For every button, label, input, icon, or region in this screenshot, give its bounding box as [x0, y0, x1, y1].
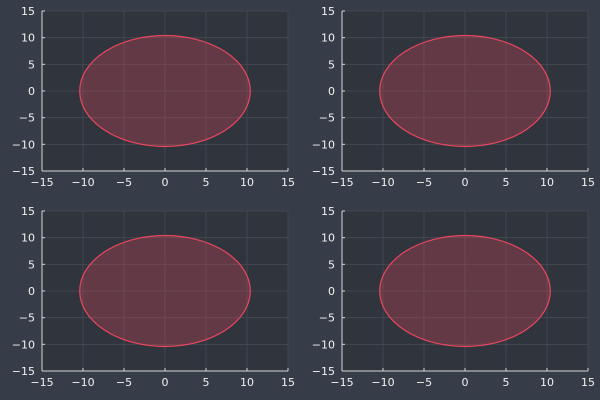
x-tick-label: −5: [416, 176, 432, 189]
y-tick-label: −15: [12, 165, 35, 178]
subplot-2: −15 −10 −5 0 5 10 15−15−10−5051015: [312, 5, 595, 189]
x-tick-label: 5: [503, 376, 510, 389]
ellipse-shape-1: [79, 234, 251, 348]
y-tick-label: 10: [21, 32, 35, 45]
y-tick-label: 0: [328, 85, 335, 98]
x-tick-label: −5: [116, 376, 132, 389]
x-tick-label: 5: [503, 176, 510, 189]
y-tick-label: −5: [319, 312, 335, 325]
x-tick-label: 0: [162, 176, 169, 189]
ellipse-shape-1: [79, 34, 251, 148]
x-tick-label: 15: [281, 376, 295, 389]
x-tick-label: −5: [116, 176, 132, 189]
x-tick-label: −10: [71, 176, 94, 189]
y-tick-label: 10: [321, 32, 335, 45]
x-tick-label: 5: [203, 176, 210, 189]
x-tick-label: 10: [240, 176, 254, 189]
y-tick-label: 5: [28, 58, 35, 71]
x-tick-label: 0: [162, 376, 169, 389]
y-tick-label: −10: [12, 138, 35, 151]
y-tick-label: −15: [312, 365, 335, 378]
x-tick-label: 10: [540, 176, 554, 189]
y-tick-label: −10: [312, 138, 335, 151]
y-tick-label: 5: [328, 258, 335, 271]
y-tick-label: 15: [21, 5, 35, 18]
x-tick-label: −5: [416, 376, 432, 389]
y-tick-label: 0: [328, 285, 335, 298]
subplot-3: −15 −10 −5 0 5 10 15−15−10−5051015: [12, 205, 295, 389]
y-tick-label: 10: [321, 232, 335, 245]
x-tick-label: 10: [540, 376, 554, 389]
x-tick-label: −10: [371, 376, 394, 389]
y-tick-label: 0: [28, 285, 35, 298]
ellipse-shape-1: [379, 234, 551, 348]
y-tick-label: −5: [19, 312, 35, 325]
x-tick-label: −10: [371, 176, 394, 189]
y-tick-label: −15: [312, 165, 335, 178]
x-tick-label: 0: [462, 376, 469, 389]
y-tick-label: 10: [21, 232, 35, 245]
y-tick-label: −10: [312, 338, 335, 351]
subplot-1: −15 −10 −5 0 5 10 15−15−10−5051015: [12, 5, 295, 189]
y-tick-label: 0: [28, 85, 35, 98]
y-tick-label: −5: [319, 112, 335, 125]
y-tick-label: 5: [28, 258, 35, 271]
x-tick-label: 15: [581, 376, 595, 389]
y-tick-label: 15: [321, 5, 335, 18]
y-tick-label: 15: [321, 205, 335, 218]
y-tick-label: −5: [19, 112, 35, 125]
y-tick-label: 15: [21, 205, 35, 218]
x-tick-label: 0: [462, 176, 469, 189]
x-tick-label: 15: [281, 176, 295, 189]
ellipse-shape-1: [379, 34, 551, 148]
x-tick-label: −10: [71, 376, 94, 389]
y-tick-label: −10: [12, 338, 35, 351]
x-tick-label: 5: [203, 376, 210, 389]
y-tick-label: 5: [328, 58, 335, 71]
figure-canvas: −15 −10 −5 0 5 10 15 −15 −10 −5 0 5 10 15 −15 −10 −5 0 5 10…: [12, 5, 595, 389]
x-tick-label: 15: [581, 176, 595, 189]
y-tick-label: −15: [12, 365, 35, 378]
x-tick-label: 10: [240, 376, 254, 389]
subplot-4: −15 −10 −5 0 5 10 15−15−10−5051015: [312, 205, 595, 389]
